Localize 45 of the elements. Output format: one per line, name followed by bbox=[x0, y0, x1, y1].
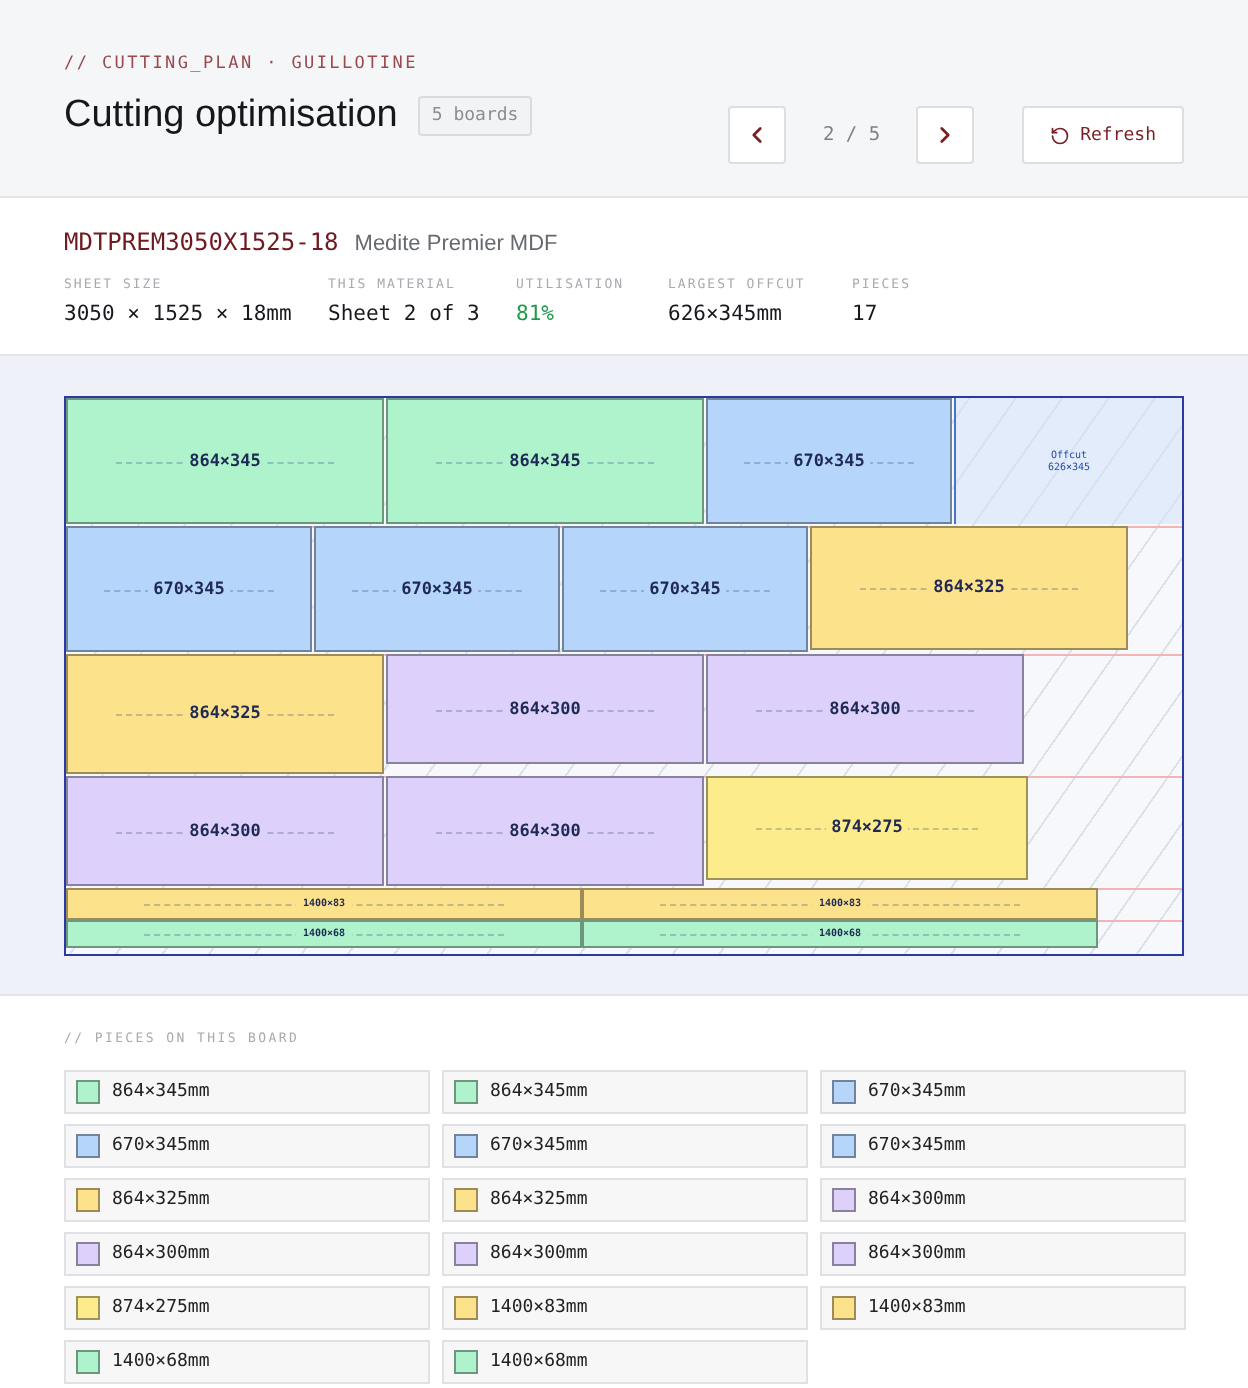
refresh-button[interactable]: Refresh bbox=[1022, 106, 1184, 164]
breadcrumb-label: // CUTTING_PLAN · GUILLOTINE bbox=[64, 54, 420, 74]
piece-dimensions: 1400×68mm bbox=[490, 1352, 588, 1372]
page-indicator: 2 / 5 bbox=[820, 124, 883, 146]
piece-dimensions: 1400×83mm bbox=[868, 1298, 966, 1318]
stat-value: 81% bbox=[516, 302, 556, 326]
piece-dimensions: 864×325mm bbox=[490, 1190, 588, 1210]
piece-dimensions: 1400×83mm bbox=[490, 1298, 588, 1318]
stat-value: 626×345mm bbox=[668, 302, 784, 326]
piece-size-label: 670×345 bbox=[147, 579, 231, 599]
piece-dimensions: 670×345mm bbox=[112, 1136, 210, 1156]
piece-dimensions: 864×325mm bbox=[112, 1190, 210, 1210]
piece-dimensions: 670×345mm bbox=[868, 1136, 966, 1156]
piece-size-label: 864×300 bbox=[503, 821, 587, 841]
stat-value: Sheet 2 of 3 bbox=[328, 302, 482, 326]
board-count-badge: 5 boards bbox=[417, 96, 533, 136]
page-title: Cutting optimisation bbox=[64, 94, 398, 138]
piece-dimensions: 864×345mm bbox=[490, 1082, 588, 1102]
piece-size-label: 864×300 bbox=[823, 699, 907, 719]
piece-dimensions: 864×300mm bbox=[112, 1244, 210, 1264]
piece-dimensions: 670×345mm bbox=[868, 1082, 966, 1102]
material-code: MDTPREM3050X1525-18 bbox=[64, 228, 339, 256]
piece-dimensions: 1400×68mm bbox=[112, 1352, 210, 1372]
piece-size-label: 864×345 bbox=[503, 451, 587, 471]
piece-size-label: 864×345 bbox=[183, 451, 267, 471]
piece-size-label: 874×275 bbox=[825, 818, 909, 838]
piece-size-label: 670×345 bbox=[643, 579, 727, 599]
piece-size-label: 864×300 bbox=[183, 821, 267, 841]
piece-size-label: 670×345 bbox=[395, 579, 479, 599]
piece-dimensions: 864×300mm bbox=[868, 1190, 966, 1210]
piece-size-label: 670×345 bbox=[787, 451, 871, 471]
refresh-icon bbox=[1050, 125, 1071, 145]
next-button[interactable] bbox=[916, 106, 975, 164]
stat-value: 3050 × 1525 × 18mm bbox=[64, 302, 294, 326]
previous-button[interactable] bbox=[728, 106, 787, 164]
stat-value: 17 bbox=[852, 302, 880, 326]
piece-dimensions: 864×300mm bbox=[868, 1244, 966, 1264]
piece-size-label: 864×325 bbox=[183, 704, 267, 724]
piece-size-label: 864×300 bbox=[503, 699, 587, 719]
piece-dimensions: 864×300mm bbox=[490, 1244, 588, 1264]
piece-dimensions: 864×345mm bbox=[112, 1082, 210, 1102]
piece-dimensions: 670×345mm bbox=[490, 1136, 588, 1156]
piece-size-label: 864×325 bbox=[927, 578, 1011, 598]
piece-dimensions: 874×275mm bbox=[112, 1298, 210, 1318]
material-name: Medite Premier MDF bbox=[354, 232, 558, 256]
